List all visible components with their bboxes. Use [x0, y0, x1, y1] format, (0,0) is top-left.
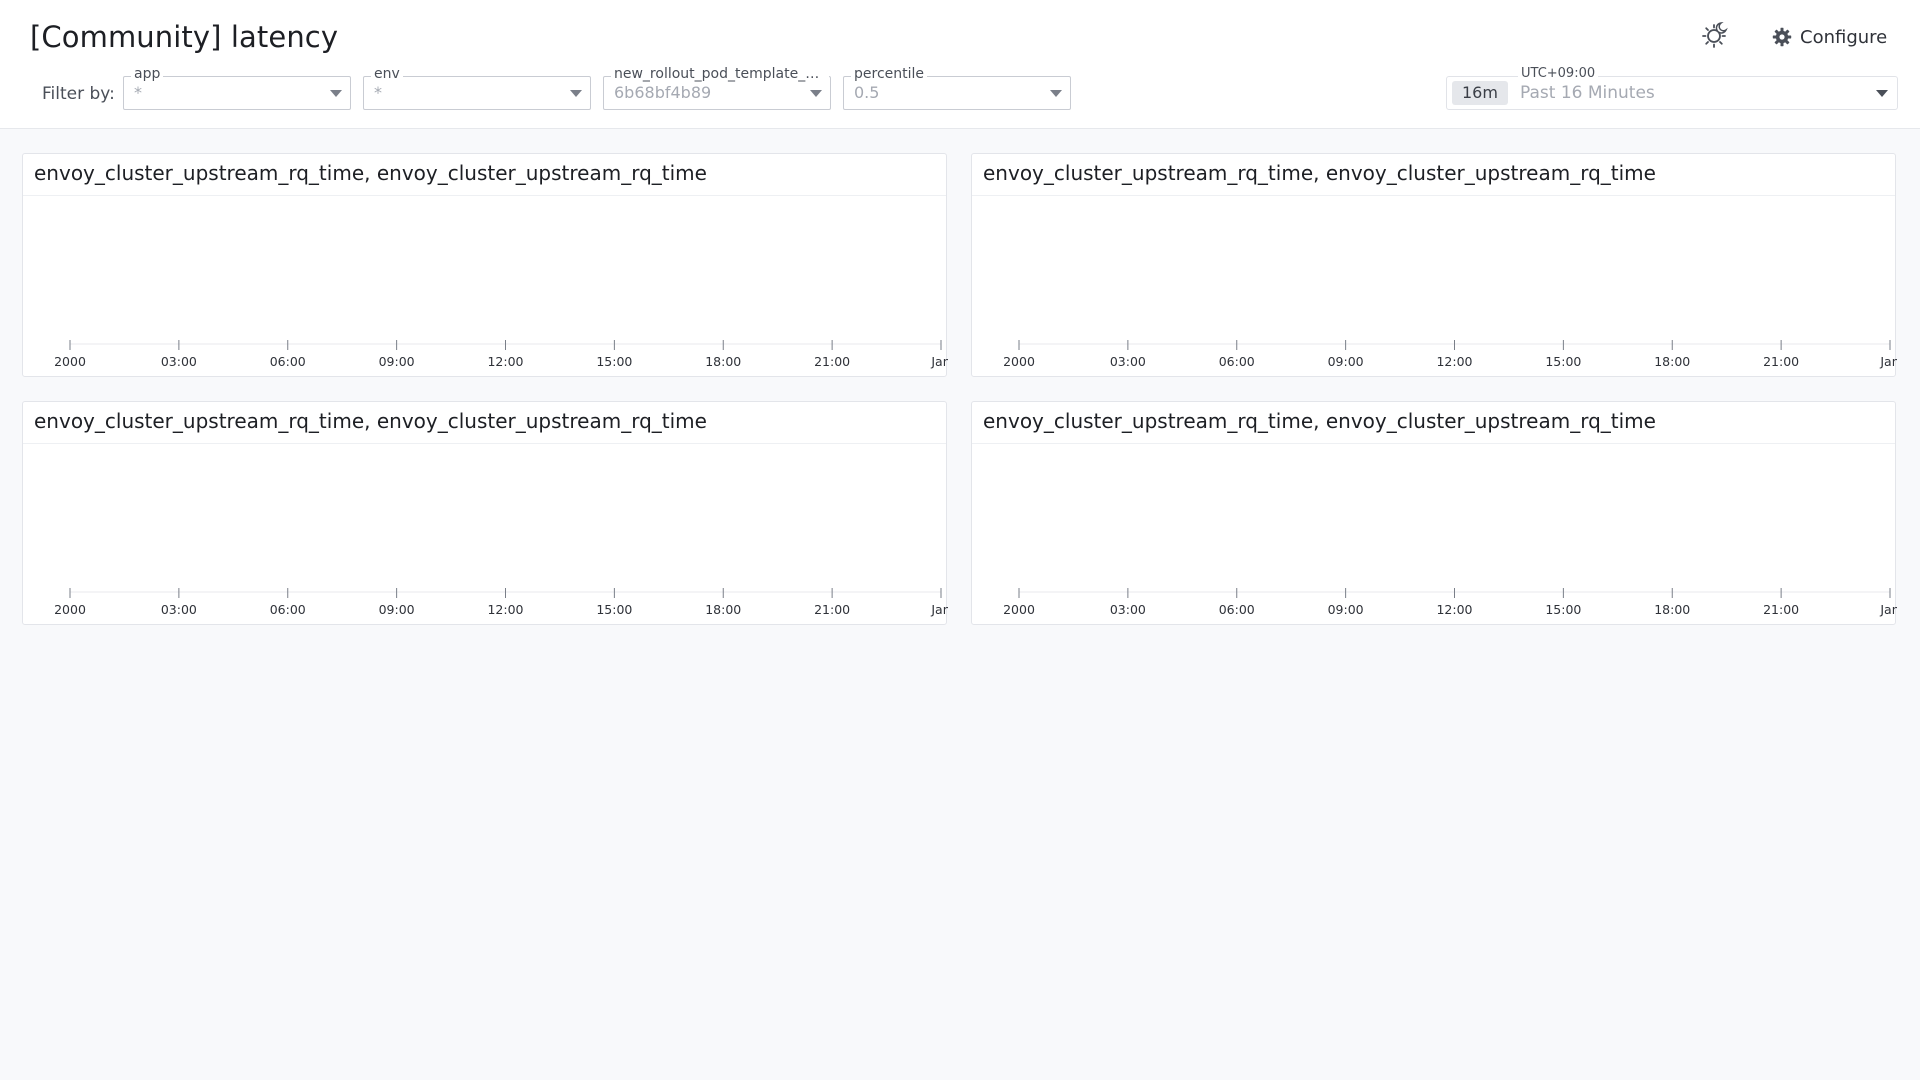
filter-env-legend: env: [371, 65, 403, 83]
filter-pod-template-hash-value: 6b68bf4b89: [614, 83, 712, 102]
filter-percentile-legend: percentile: [851, 65, 928, 83]
x-axis-tick-label: Jan: [1879, 354, 1897, 369]
time-range-picker[interactable]: UTC+09:00 16m Past 16 Minutes: [1446, 65, 1898, 110]
filter-percentile-value: 0.5: [854, 83, 880, 102]
x-axis-tick-label: 03:00: [161, 354, 197, 369]
x-axis-tick-label: 2000: [54, 354, 86, 369]
x-axis-tick-label: Jan: [930, 602, 948, 617]
x-axis-tick-label: 12:00: [487, 354, 523, 369]
time-range-box: [1446, 76, 1898, 110]
x-axis-tick-label: 21:00: [1763, 602, 1799, 617]
x-axis-tick-label: 12:00: [1436, 602, 1472, 617]
timeseries-panel[interactable]: envoy_cluster_upstream_rq_time, envoy_cl…: [971, 153, 1897, 377]
x-axis-tick-label: 18:00: [1654, 602, 1690, 617]
panel-x-axis: 2000 03:00 06:00 09:00 12:00 15:00 18:00 21:00 J…: [54, 340, 948, 369]
x-axis-tick-label: 03:00: [161, 602, 197, 617]
x-axis-tick-label: 09:00: [379, 354, 415, 369]
x-axis-tick-label: 06:00: [1219, 354, 1255, 369]
x-axis-tick-label: 12:00: [1436, 354, 1472, 369]
x-axis-tick-label: 2000: [1003, 354, 1035, 369]
x-axis-tick-label: 06:00: [1219, 602, 1255, 617]
panel-x-axis: 2000 03:00 06:00 09:00 12:00 15:00 18:00 21:00 J…: [54, 588, 948, 617]
chevron-down-icon: [1050, 90, 1062, 97]
x-axis-tick-label: 09:00: [1328, 354, 1364, 369]
gear-icon: [1772, 27, 1792, 47]
theme-toggle-button[interactable]: [1700, 20, 1730, 50]
x-axis-tick-label: 09:00: [379, 602, 415, 617]
x-axis-tick-label: Jan: [930, 354, 948, 369]
chevron-down-icon: [330, 90, 342, 97]
panel-x-axis: 2000 03:00 06:00 09:00 12:00 15:00 18:00 21:00 J…: [1003, 340, 1897, 369]
x-axis-tick-label: 18:00: [705, 354, 741, 369]
dashboard-header: [Community] latency Configure Filter by:…: [0, 0, 1920, 129]
x-axis-tick-label: 21:00: [814, 354, 850, 369]
x-axis-tick-label: 18:00: [1654, 354, 1690, 369]
filter-app-select[interactable]: app *: [123, 65, 351, 110]
x-axis-tick-label: 06:00: [270, 354, 306, 369]
x-axis-tick-label: 18:00: [705, 602, 741, 617]
chevron-down-icon: [810, 90, 822, 97]
x-axis-tick-label: 15:00: [1545, 354, 1581, 369]
x-axis-tick-label: 2000: [1003, 602, 1035, 617]
x-axis-tick-label: 06:00: [270, 602, 306, 617]
filter-env-select[interactable]: env *: [363, 65, 591, 110]
filter-env-value: *: [374, 83, 382, 102]
x-axis-tick-label: 21:00: [814, 602, 850, 617]
time-range-value: Past 16 Minutes: [1520, 83, 1655, 103]
filter-percentile-select[interactable]: percentile 0.5: [843, 65, 1071, 110]
x-axis-tick-label: 15:00: [596, 354, 632, 369]
timeseries-panel[interactable]: envoy_cluster_upstream_rq_time, envoy_cl…: [22, 153, 948, 377]
x-axis-tick-label: 15:00: [1545, 602, 1581, 617]
x-axis-tick-label: 03:00: [1110, 602, 1146, 617]
x-axis-tick-label: 15:00: [596, 602, 632, 617]
x-axis-tick-label: 2000: [54, 602, 86, 617]
theme-toggle-icon: [1702, 22, 1728, 48]
configure-label: Configure: [1800, 26, 1888, 48]
filter-pod-template-hash-legend: new_rollout_pod_template_ha...: [611, 65, 829, 83]
filter-by-label: Filter by:: [42, 84, 115, 104]
x-axis-tick-label: 12:00: [487, 602, 523, 617]
timeseries-panel[interactable]: envoy_cluster_upstream_rq_time, envoy_cl…: [971, 401, 1897, 625]
filter-pod-template-hash-select[interactable]: new_rollout_pod_template_ha... 6b68bf4b8…: [603, 65, 831, 110]
timeseries-panel[interactable]: envoy_cluster_upstream_rq_time, envoy_cl…: [22, 401, 948, 625]
chevron-down-icon: [570, 90, 582, 97]
chevron-down-icon: [1876, 90, 1888, 97]
time-range-badge: 16m: [1452, 81, 1508, 105]
x-axis-tick-label: 09:00: [1328, 602, 1364, 617]
x-axis-tick-label: 03:00: [1110, 354, 1146, 369]
configure-button[interactable]: Configure: [1772, 24, 1887, 50]
page-title: [Community] latency: [30, 20, 339, 54]
panel-x-axis: 2000 03:00 06:00 09:00 12:00 15:00 18:00 21:00 J…: [1003, 588, 1897, 617]
timezone-label: UTC+09:00: [1518, 65, 1599, 83]
x-axis-tick-label: Jan: [1879, 602, 1897, 617]
filter-app-value: *: [134, 83, 142, 102]
x-axis-tick-label: 21:00: [1763, 354, 1799, 369]
filter-app-legend: app: [131, 65, 164, 83]
